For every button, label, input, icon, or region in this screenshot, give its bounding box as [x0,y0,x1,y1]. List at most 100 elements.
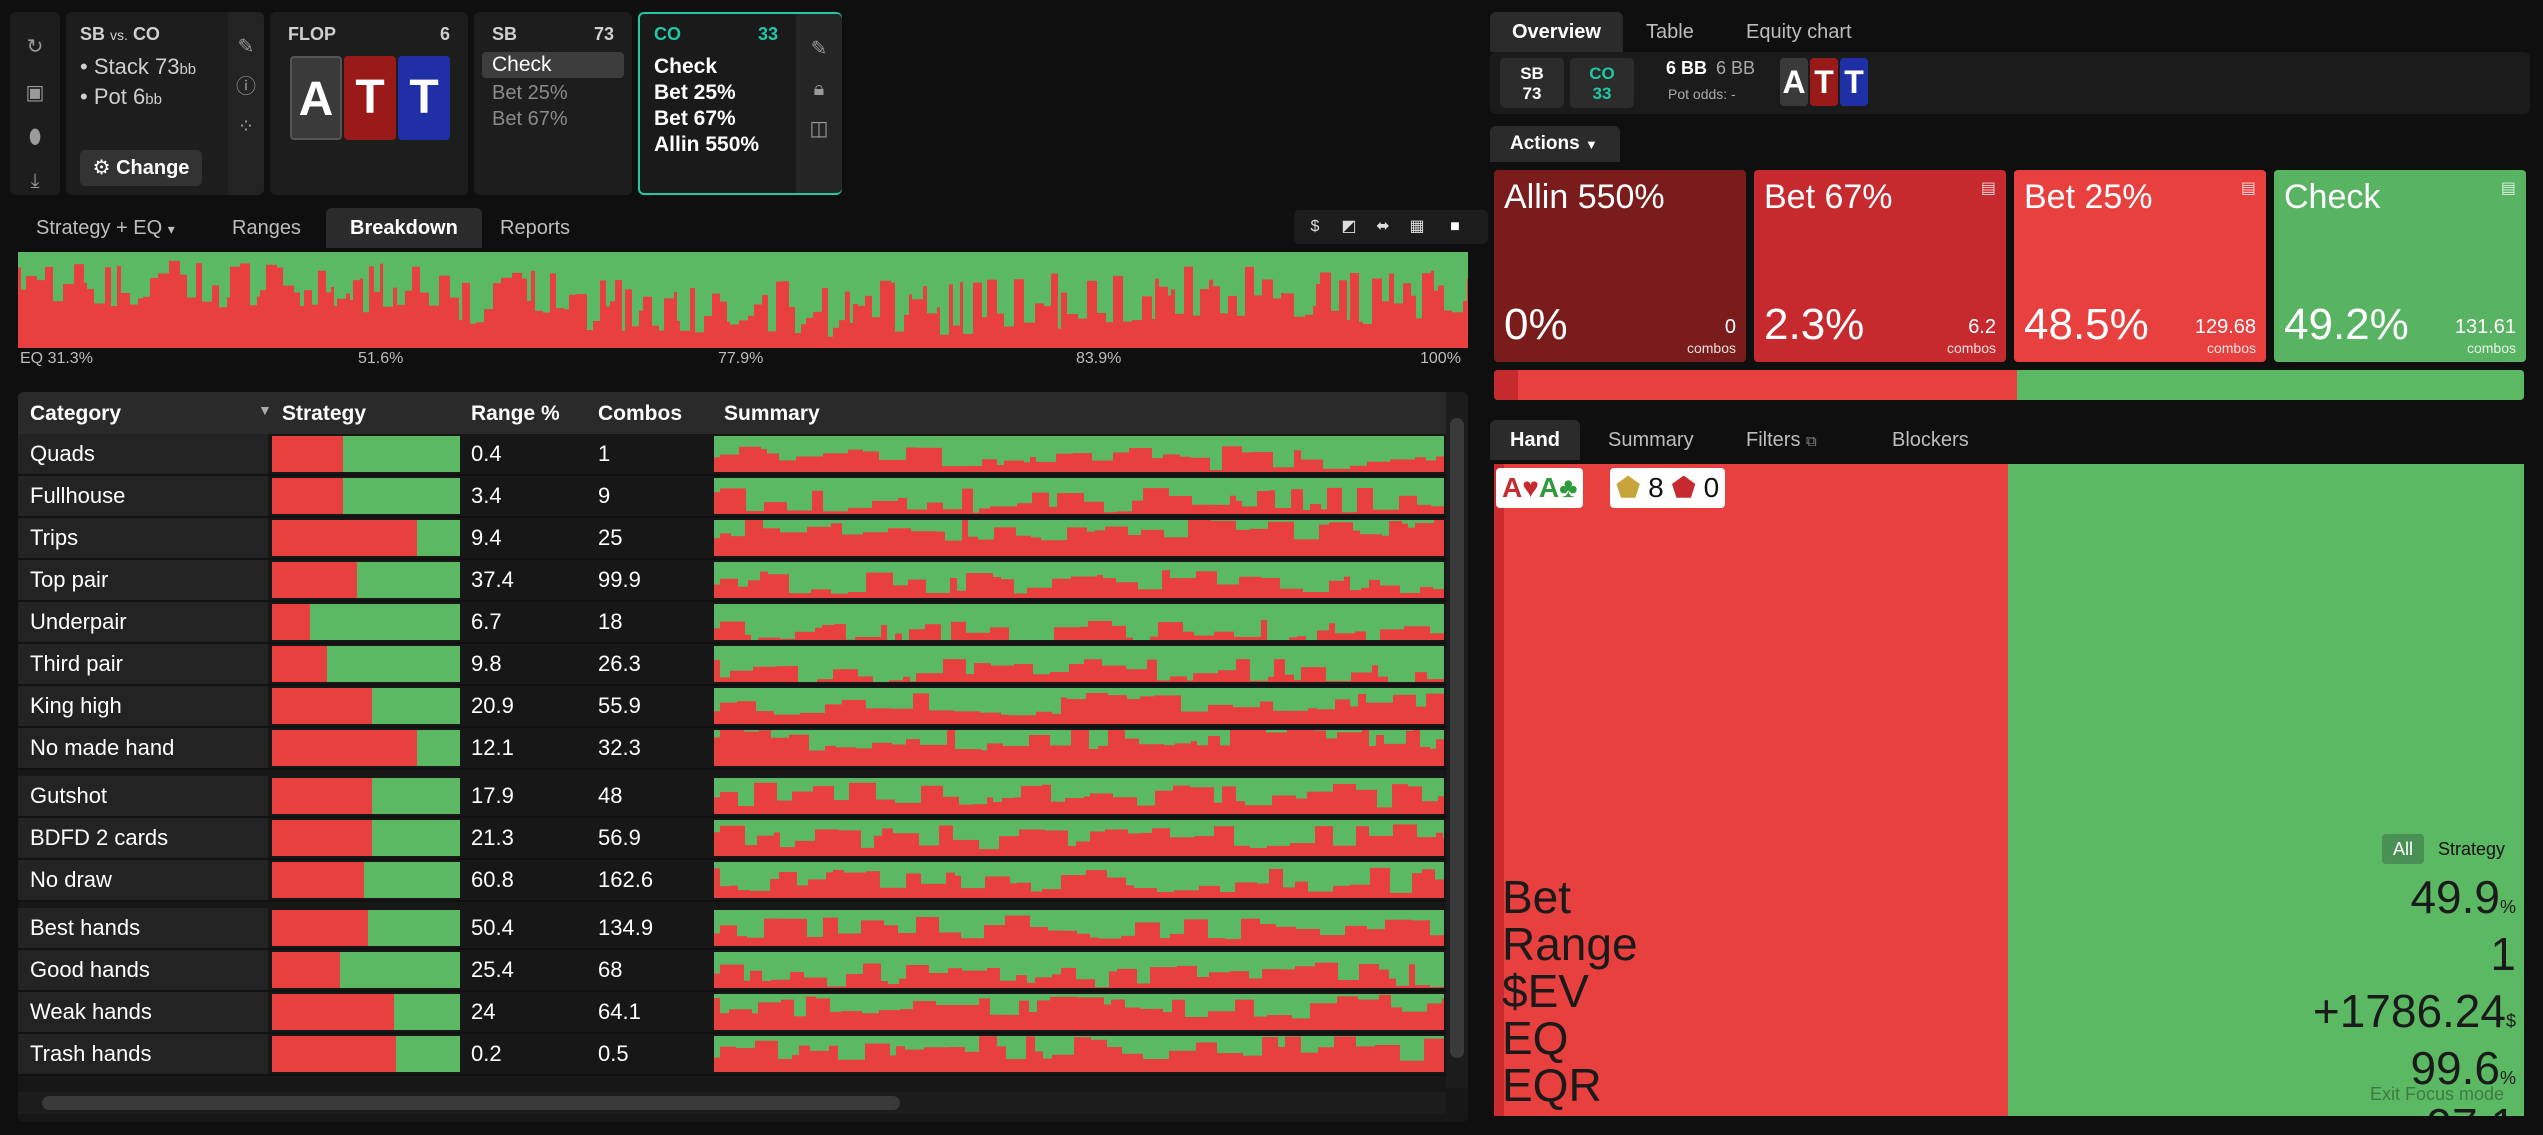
summary-bar [1084,796,1090,814]
tab-summary[interactable]: Summary [1608,420,1694,460]
sb-node[interactable]: SB 73 Check Bet 25% Bet 67% [474,12,632,195]
table-row[interactable]: Trash hands 0.2 0.5 [18,1034,1446,1076]
table-row[interactable]: King high 20.9 55.9 [18,686,1446,728]
summary-bar [1090,793,1113,814]
table-row[interactable]: Underpair 6.7 18 [18,602,1446,644]
summary-bar [1369,579,1380,598]
col-range[interactable]: Range % [471,402,560,426]
action-card[interactable]: Bet 67% ▤ 2.3% 6.2 combos [1754,170,2006,362]
table-row[interactable]: Third pair 9.8 26.3 [18,644,1446,686]
sort-down-icon[interactable]: ▼ [258,402,272,418]
tab-breakdown[interactable]: Breakdown [326,208,482,248]
eq-bar [26,276,37,348]
table-row[interactable]: No draw 60.8 162.6 [18,860,1446,902]
refresh-icon[interactable]: ↻ [17,26,53,68]
table-row[interactable]: Gutshot 17.9 48 [18,776,1446,818]
filter-strategy[interactable]: Strategy [2438,834,2505,864]
table-row[interactable]: Top pair 37.4 99.9 [18,560,1446,602]
info-icon[interactable]: ⓘ [228,66,264,108]
summary-bar [1369,835,1393,856]
summary-bar [1358,999,1379,1030]
summary-bar [969,465,982,472]
horizontal-scrollbar[interactable] [18,1092,1446,1114]
table-row[interactable]: Weak hands 24 64.1 [18,992,1446,1034]
details-icon[interactable]: ▤ [2241,178,2256,198]
align-icon[interactable]: ⤓ [17,160,53,202]
edit-icon[interactable]: ✎ [801,28,837,70]
table-row[interactable]: Quads 0.4 1 [18,434,1446,476]
table-row[interactable]: Fullhouse 3.4 9 [18,476,1446,518]
grid-icon[interactable]: ▦ [1404,214,1430,240]
action-card[interactable]: Allin 550% 0% 0 combos [1494,170,1746,362]
category-name: Trips [30,525,79,550]
hscroll-thumb[interactable] [42,1096,900,1110]
summary-bar [1184,919,1208,946]
details-icon[interactable]: ▤ [2501,178,2516,198]
tab-filters[interactable]: Filters ⧉ [1746,420,1817,462]
action-card[interactable]: Check ▤ 49.2% 131.61 combos [2274,170,2526,362]
exit-focus-link[interactable]: Exit Focus mode [2370,1084,2504,1105]
sb-action-check[interactable]: Check [482,52,624,78]
action-card-unit: combos [2466,340,2516,356]
summary-bar [1378,676,1388,682]
col-summary[interactable]: Summary [724,402,820,426]
co-action-bet67[interactable]: Bet 67% [654,106,736,132]
tab-hand[interactable]: Hand [1490,420,1580,460]
col-strategy[interactable]: Strategy [282,402,366,426]
co-summary-value: 33 [1592,84,1612,103]
gamepad-icon[interactable]: ⬮ [17,116,53,158]
tab-strategy-eq[interactable]: Strategy + EQ ▾ [36,208,175,249]
eq-bar [420,292,429,348]
summary-bar [1430,633,1444,640]
category-name: No made hand [30,735,175,760]
compare-icon[interactable]: ◫ [801,108,837,150]
table-row[interactable]: No made hand 12.1 32.3 [18,728,1446,770]
vertical-scrollbar[interactable] [1446,392,1468,1088]
sb-action-bet25[interactable]: Bet 25% [492,80,568,106]
co-action-check[interactable]: Check [654,54,717,80]
collapse-icon[interactable]: ⬌ [1370,214,1396,240]
col-category[interactable]: Category [30,402,121,426]
summary-bar [753,666,776,682]
chips-icon[interactable]: ⁘ [228,106,264,148]
summary-bar [1318,1047,1334,1072]
tab-blockers[interactable]: Blockers [1892,420,1969,460]
summary-bar [961,938,984,946]
square-icon[interactable]: ■ [1442,214,1468,240]
sb-action-bet67[interactable]: Bet 67% [492,106,568,132]
flop-panel[interactable]: FLOP 6 A T T [270,12,468,195]
tab-reports[interactable]: Reports [500,208,570,248]
col-combos[interactable]: Combos [598,402,682,426]
actions-dropdown[interactable]: Actions ▼ [1490,126,1620,162]
tab-table[interactable]: Table [1646,12,1694,52]
contrast-icon[interactable]: ◩ [1336,214,1362,240]
lock-icon[interactable]: 🔒︎ [801,68,837,110]
save-icon[interactable]: ▣ [17,72,53,114]
combos: 48 [598,783,623,808]
table-row[interactable]: Trips 9.4 25 [18,518,1446,560]
tab-overview[interactable]: Overview [1490,12,1623,52]
table-row[interactable]: Good hands 25.4 68 [18,950,1446,992]
eq-bar [1097,312,1106,348]
summary-bar [1104,1004,1111,1030]
pot-a: 6 BB [1666,58,1708,78]
scroll-thumb[interactable] [1450,418,1464,1058]
details-icon[interactable]: ▤ [1981,178,1996,198]
change-button[interactable]: ⚙ Change [80,150,202,186]
filter-all[interactable]: All [2382,834,2424,864]
tab-equity-chart[interactable]: Equity chart [1746,12,1852,52]
table-row[interactable]: BDFD 2 cards 21.3 56.9 [18,818,1446,860]
co-node[interactable]: CO 33 Check Bet 25% Bet 67% Allin 550% ✎… [638,12,842,195]
spot-vs: vs. [110,27,128,43]
dollar-icon[interactable]: $ [1302,214,1328,240]
summary-bar [906,739,920,766]
action-card[interactable]: Bet 25% ▤ 48.5% 129.68 combos [2014,170,2266,362]
co-action-allin[interactable]: Allin 550% [654,132,759,158]
co-action-bet25[interactable]: Bet 25% [654,80,736,106]
eq-bar [1132,320,1142,348]
edit-icon[interactable]: ✎ [228,26,264,68]
table-row[interactable]: Best hands 50.4 134.9 [18,908,1446,950]
action-card-pct: 0% [1504,300,1568,349]
summary-bar [748,580,760,598]
tab-ranges[interactable]: Ranges [232,208,301,248]
